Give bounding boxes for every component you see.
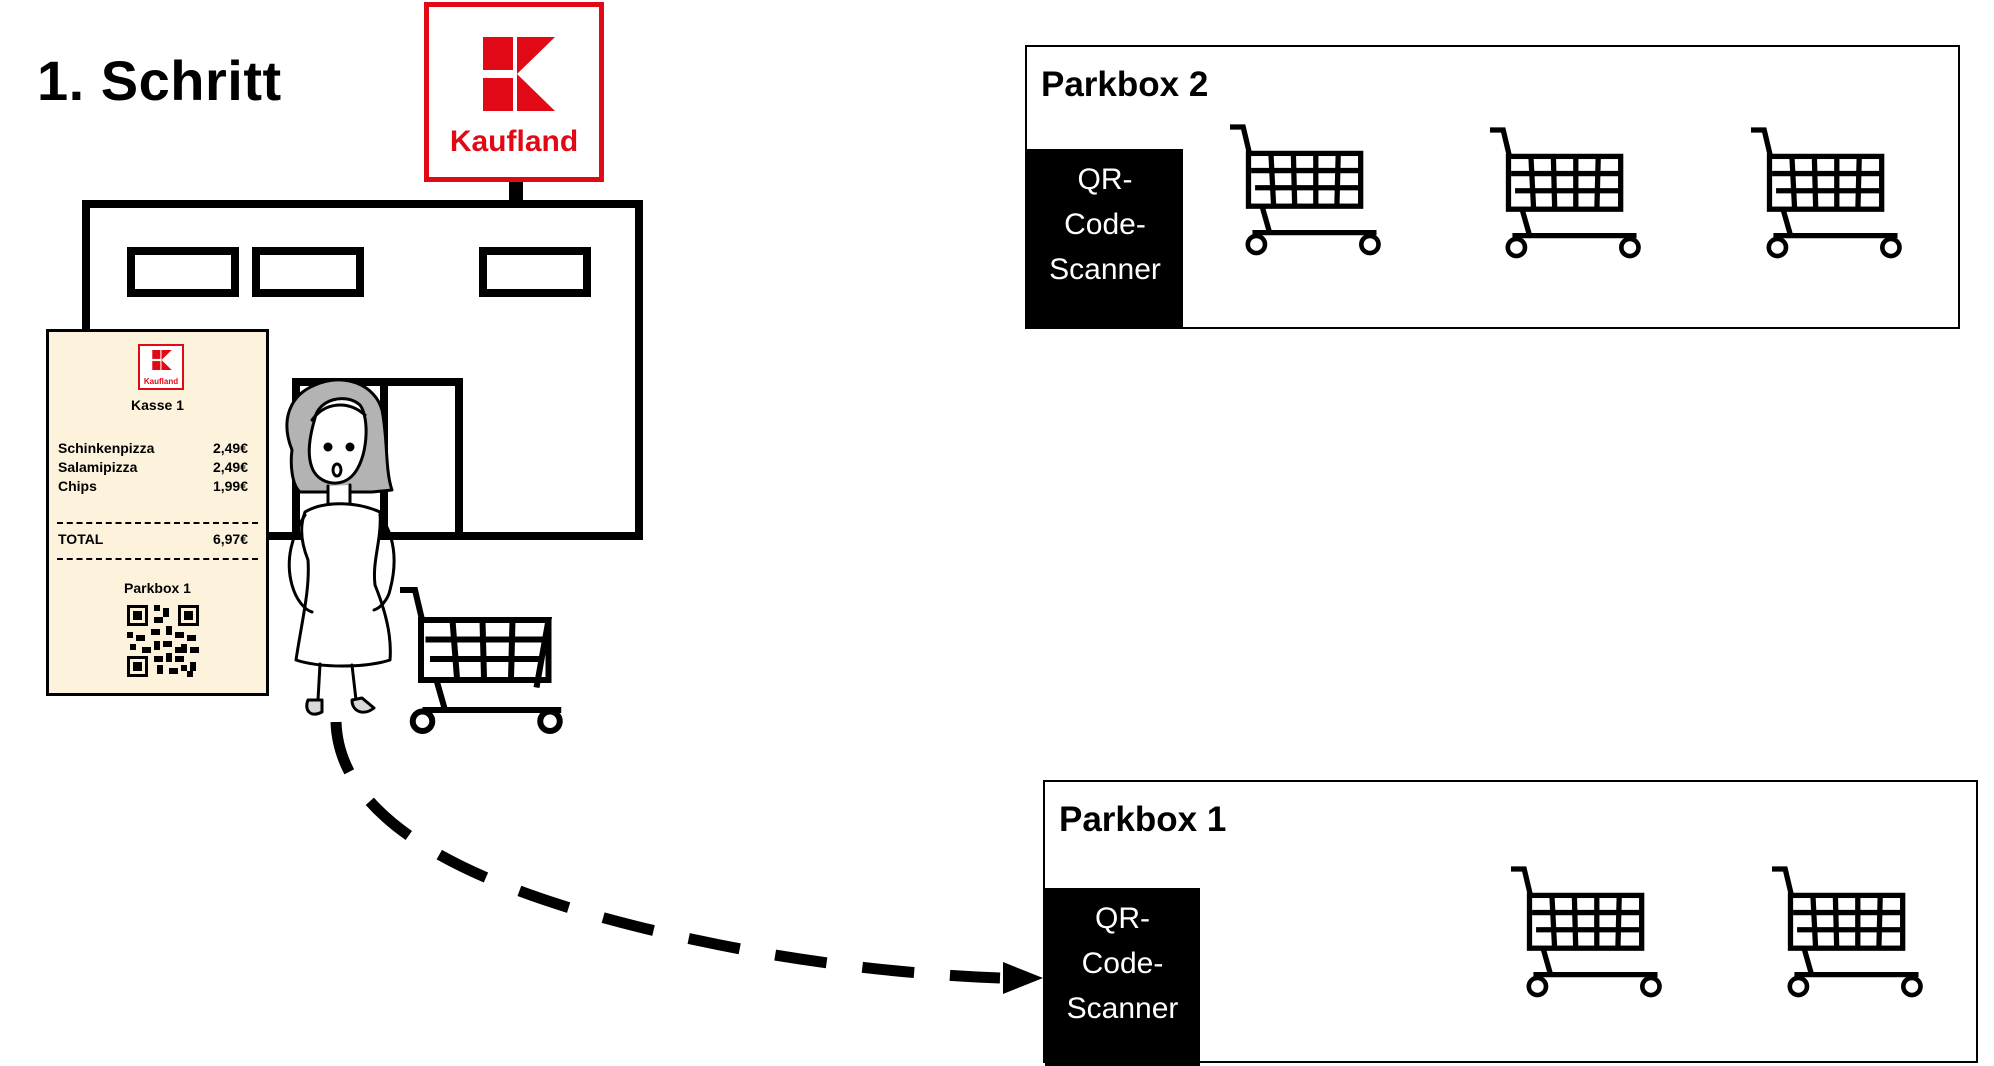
dashed-arrow-icon [330,721,1043,994]
